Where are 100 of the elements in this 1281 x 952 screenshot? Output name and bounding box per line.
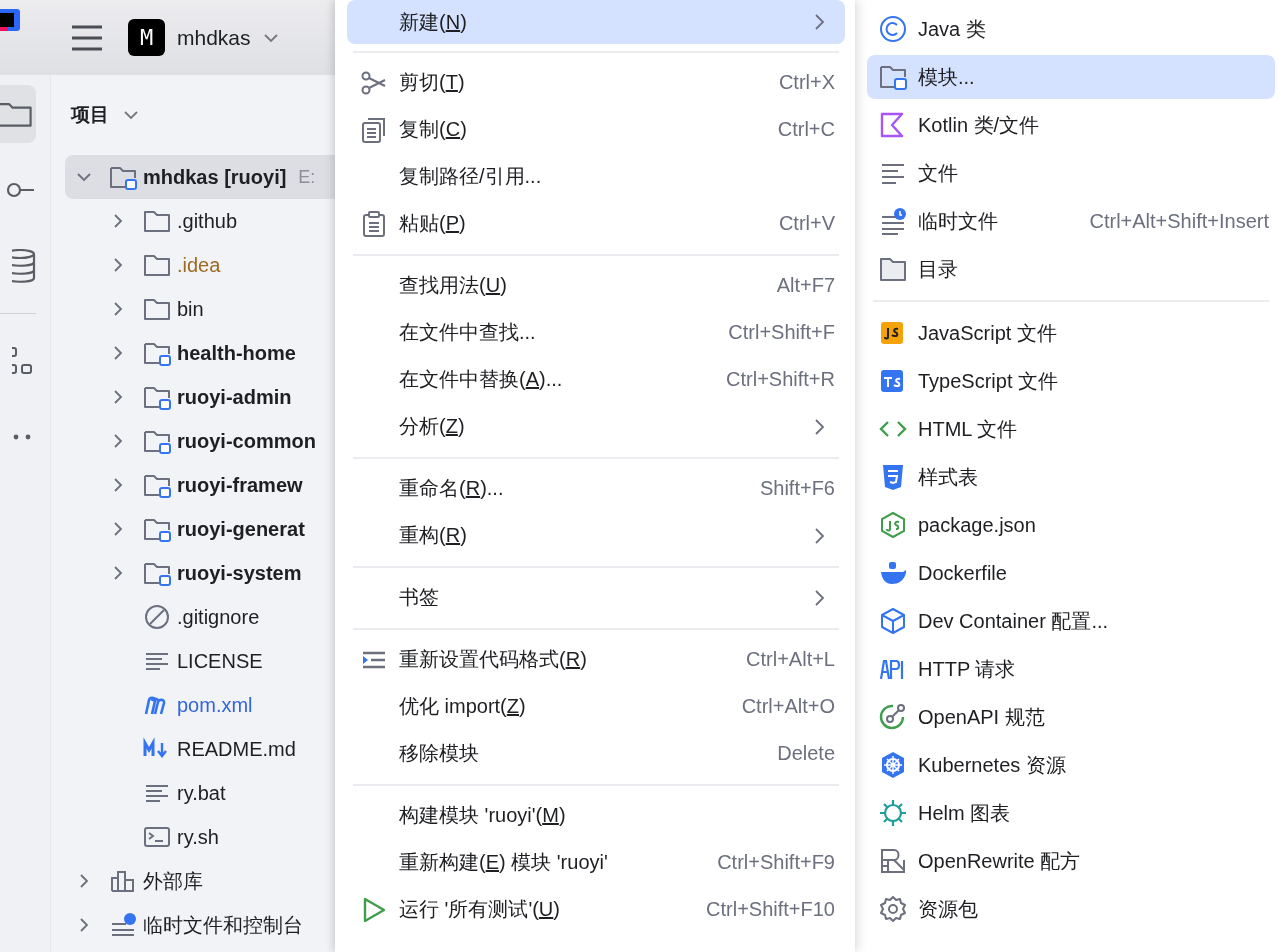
menu-item[interactable]: 书签 bbox=[347, 574, 845, 621]
chevron-icon[interactable] bbox=[111, 345, 125, 361]
menu-item-label: Helm 图表 bbox=[918, 800, 1012, 826]
menu-item[interactable]: Dev Container 配置... bbox=[867, 597, 1275, 645]
menu-item[interactable]: 资源包 bbox=[867, 885, 1275, 933]
menu-item[interactable]: Dockerfile bbox=[867, 549, 1275, 597]
menu-item[interactable]: Kubernetes 资源 bbox=[867, 741, 1275, 789]
module-folder-icon bbox=[143, 560, 171, 586]
tree-item[interactable]: ry.sh bbox=[65, 815, 335, 859]
tree-item[interactable]: ruoyi-admin bbox=[65, 375, 335, 419]
item-label: ruoyi-generat bbox=[177, 517, 305, 541]
chevron-icon[interactable] bbox=[111, 477, 125, 493]
chevron-icon[interactable] bbox=[77, 917, 91, 933]
chevron-icon[interactable] bbox=[111, 389, 125, 405]
item-label: health-home bbox=[177, 341, 296, 365]
chevron-icon[interactable] bbox=[111, 301, 125, 317]
tree-item[interactable]: 临时文件和控制台 bbox=[65, 903, 335, 947]
menu-item[interactable]: 构建模块 'ruoyi'(M) bbox=[347, 792, 845, 839]
menu-item[interactable]: HTTP 请求 bbox=[867, 645, 1275, 693]
shortcut-label: Alt+F7 bbox=[776, 274, 835, 297]
tree-item[interactable]: .gitignore bbox=[65, 595, 335, 639]
menu-item[interactable]: 新建(N) bbox=[347, 0, 845, 44]
chevron-icon[interactable] bbox=[111, 257, 125, 273]
menu-item[interactable]: 剪切(T) Ctrl+X bbox=[347, 59, 845, 106]
item-label: 临时文件和控制台 bbox=[143, 912, 303, 938]
tree-item[interactable]: LICENSE bbox=[65, 639, 335, 683]
shortcut-label: Ctrl+Shift+R bbox=[726, 368, 835, 391]
shortcut-label: Ctrl+Shift+F9 bbox=[717, 851, 835, 874]
menu-item[interactable]: 模块... bbox=[867, 55, 1275, 99]
copy-icon bbox=[361, 116, 387, 143]
chevron-icon[interactable] bbox=[111, 565, 125, 581]
tree-item[interactable]: health-home bbox=[65, 331, 335, 375]
module-folder-icon bbox=[143, 516, 171, 542]
folder-icon[interactable] bbox=[0, 85, 36, 143]
tree-item[interactable]: ruoyi-common bbox=[65, 419, 335, 463]
chevron-icon[interactable] bbox=[77, 873, 91, 889]
menu-item-label: 剪切(T) bbox=[399, 70, 466, 95]
menu-icon[interactable] bbox=[71, 24, 103, 51]
chevron-icon[interactable] bbox=[111, 521, 125, 537]
chevron-down-icon[interactable] bbox=[123, 110, 139, 120]
menu-item-label: 目录 bbox=[918, 256, 959, 282]
menu-item[interactable]: TypeScript 文件 bbox=[867, 357, 1275, 405]
menu-item[interactable]: 分析(Z) bbox=[347, 403, 845, 450]
menu-item[interactable]: 复制(C) Ctrl+C bbox=[347, 106, 845, 153]
tree-item[interactable]: ry.bat bbox=[65, 771, 335, 815]
menu-item[interactable]: 在文件中查找... Ctrl+Shift+F bbox=[347, 309, 845, 356]
menu-item[interactable]: 重新设置代码格式(R) Ctrl+Alt+L bbox=[347, 636, 845, 683]
module-folder-icon bbox=[143, 472, 171, 498]
menu-item[interactable]: 重新构建(E) 模块 'ruoyi' Ctrl+Shift+F9 bbox=[347, 839, 845, 886]
scissors-icon bbox=[361, 69, 387, 96]
shortcut-label: Ctrl+Alt+O bbox=[741, 695, 835, 718]
chevron-icon[interactable] bbox=[111, 433, 125, 449]
menu-item[interactable]: 查找用法(U) Alt+F7 bbox=[347, 262, 845, 309]
menu-item[interactable]: OpenRewrite 配方 bbox=[867, 837, 1275, 885]
tree-item[interactable]: .idea bbox=[65, 243, 335, 287]
item-label: ruoyi-system bbox=[177, 561, 302, 585]
menu-item[interactable]: Kotlin 类/文件 bbox=[867, 101, 1275, 149]
tree-item[interactable]: pom.xml bbox=[65, 683, 335, 727]
tree-item[interactable]: 外部库 bbox=[65, 859, 335, 903]
gear-icon bbox=[879, 895, 907, 923]
shortcut-label: Ctrl+Shift+F10 bbox=[706, 898, 835, 921]
menu-item[interactable]: JavaScript 文件 bbox=[867, 309, 1275, 357]
ignore-icon bbox=[143, 604, 171, 630]
menu-item-label: Kubernetes 资源 bbox=[918, 752, 1067, 778]
tree-item[interactable]: ruoyi-framew bbox=[65, 463, 335, 507]
tree-item[interactable]: mhdkas [ruoyi] E: bbox=[65, 155, 335, 199]
menu-item[interactable]: 移除模块 Delete bbox=[347, 730, 845, 777]
cube-icon bbox=[879, 607, 907, 635]
menu-item[interactable]: 重构(R) bbox=[347, 512, 845, 559]
menu-item[interactable]: 样式表 bbox=[867, 453, 1275, 501]
class-icon bbox=[879, 15, 907, 43]
menu-item[interactable]: 复制路径/引用... bbox=[347, 153, 845, 200]
menu-item[interactable]: Helm 图表 bbox=[867, 789, 1275, 837]
menu-item-label: 重新设置代码格式(R) bbox=[399, 647, 588, 672]
menu-item[interactable]: OpenAPI 规范 bbox=[867, 693, 1275, 741]
app-logo-icon bbox=[0, 6, 20, 33]
tree-item[interactable]: bin bbox=[65, 287, 335, 331]
tree-item[interactable]: .github bbox=[65, 199, 335, 243]
item-label: ruoyi-common bbox=[177, 429, 316, 453]
chevron-icon[interactable] bbox=[111, 213, 125, 229]
tree-item[interactable]: README.md bbox=[65, 727, 335, 771]
menu-item-label: package.json bbox=[918, 513, 1037, 537]
tree-item[interactable]: ruoyi-generat bbox=[65, 507, 335, 551]
menu-item[interactable]: 文件 bbox=[867, 149, 1275, 197]
menu-item[interactable]: package.json bbox=[867, 501, 1275, 549]
menu-item-label: JavaScript 文件 bbox=[918, 320, 1058, 346]
panel-title[interactable]: 项目 bbox=[71, 102, 109, 128]
menu-item[interactable]: 目录 bbox=[867, 245, 1275, 293]
menu-item[interactable]: HTML 文件 bbox=[867, 405, 1275, 453]
shortcut-label: Ctrl+Alt+L bbox=[746, 648, 835, 671]
menu-item[interactable]: 在文件中替换(A)... Ctrl+Shift+R bbox=[347, 356, 845, 403]
menu-item[interactable]: 运行 '所有测试'(U) Ctrl+Shift+F10 bbox=[347, 886, 845, 933]
menu-item[interactable]: 粘贴(P) Ctrl+V bbox=[347, 200, 845, 247]
menu-item[interactable]: 优化 import(Z) Ctrl+Alt+O bbox=[347, 683, 845, 730]
menu-item[interactable]: 重命名(R)... Shift+F6 bbox=[347, 465, 845, 512]
menu-item[interactable]: 临时文件 Ctrl+Alt+Shift+Insert bbox=[867, 197, 1275, 245]
menu-item[interactable]: Java 类 bbox=[867, 5, 1275, 53]
menu-item-label: 复制路径/引用... bbox=[399, 164, 543, 189]
tree-item[interactable]: ruoyi-system bbox=[65, 551, 335, 595]
grid-icon bbox=[879, 847, 907, 875]
